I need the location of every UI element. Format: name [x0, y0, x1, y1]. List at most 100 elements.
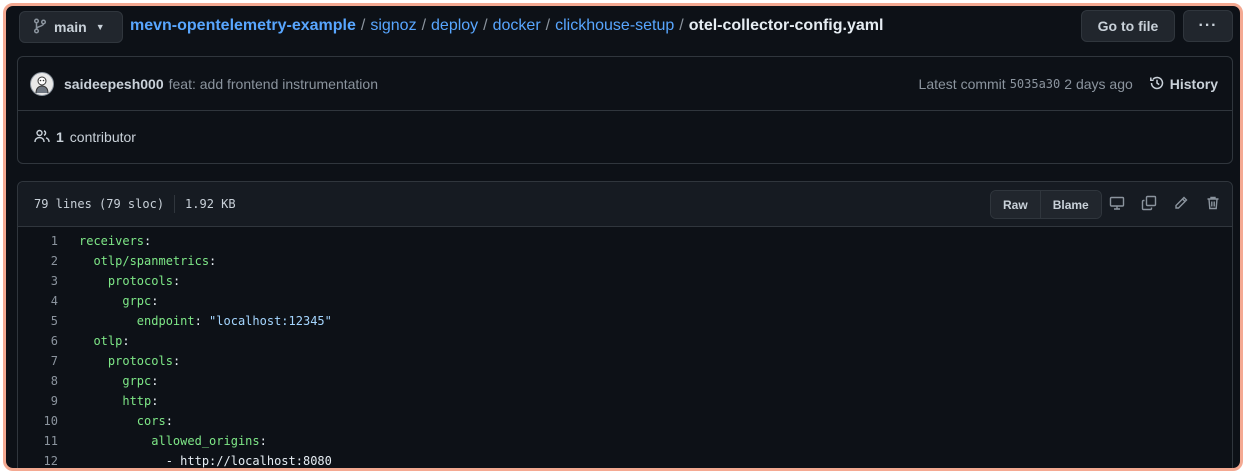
commit-sha-link[interactable]: 5035a30 — [1010, 77, 1061, 91]
breadcrumb-link-signoz[interactable]: signoz — [370, 17, 416, 35]
commit-time: 2 days ago — [1064, 76, 1133, 92]
yaml-key: endpoint — [136, 314, 195, 328]
yaml-separator: : — [194, 314, 210, 328]
go-to-file-button[interactable]: Go to file — [1081, 10, 1175, 42]
line-number[interactable]: 5 — [18, 314, 58, 328]
yaml-key: grpc — [122, 374, 152, 388]
yaml-key: receivers — [79, 234, 145, 248]
copy-icon[interactable] — [1140, 194, 1158, 212]
line-number[interactable]: 9 — [18, 394, 58, 408]
line-number[interactable]: 7 — [18, 354, 58, 368]
code-text: receivers: — [58, 234, 151, 248]
file-tools — [1108, 194, 1222, 212]
code-text: allowed_origins: — [58, 434, 267, 448]
breadcrumb-separator: / — [421, 17, 427, 34]
code-line: 11 allowed_origins: — [18, 431, 1232, 451]
code-text: endpoint: "localhost:12345" — [58, 314, 332, 328]
commit-box: saideepesh000 feat: add frontend instrum… — [17, 56, 1233, 164]
yaml-separator: : — [209, 254, 217, 268]
yaml-key: grpc — [122, 294, 152, 308]
breadcrumb-separator: / — [360, 17, 366, 34]
breadcrumb-link-clickhouse-setup[interactable]: clickhouse-setup — [555, 17, 674, 35]
branch-select-button[interactable]: main ▼ — [19, 11, 123, 43]
line-number[interactable]: 2 — [18, 254, 58, 268]
file-box: 79 lines (79 sloc) 1.92 KB Raw Blame 1 r… — [17, 181, 1233, 468]
yaml-key: protocols — [107, 354, 173, 368]
latest-commit-label: Latest commit — [918, 76, 1006, 92]
yaml-separator: : — [122, 334, 130, 348]
trash-icon[interactable] — [1204, 194, 1222, 212]
breadcrumb-link-docker[interactable]: docker — [493, 17, 541, 35]
code-line: 4 grpc: — [18, 291, 1232, 311]
line-number[interactable]: 11 — [18, 434, 58, 448]
code-line: 3 protocols: — [18, 271, 1232, 291]
yaml-separator: : — [151, 374, 159, 388]
yaml-separator: : — [165, 414, 173, 428]
yaml-key: cors — [136, 414, 166, 428]
file-size: 1.92 KB — [185, 197, 236, 211]
breadcrumb-link-deploy[interactable]: deploy — [431, 17, 478, 35]
latest-commit-row: saideepesh000 feat: add frontend instrum… — [18, 57, 1232, 111]
breadcrumb-separator: / — [545, 17, 551, 34]
commit-author-link[interactable]: saideepesh000 — [64, 76, 164, 92]
line-number[interactable]: 6 — [18, 334, 58, 348]
breadcrumb-separator: / — [483, 17, 488, 34]
code-line: 1 receivers: — [18, 231, 1232, 251]
yaml-separator: : — [259, 434, 267, 448]
file-lines-info: 79 lines (79 sloc) — [34, 197, 165, 211]
pencil-icon[interactable] — [1172, 194, 1190, 212]
code-line: 9 http: — [18, 391, 1232, 411]
yaml-key: - http://localhost:8080 — [165, 454, 332, 468]
line-number[interactable]: 3 — [18, 274, 58, 288]
top-bar: main ▼ mevn-opentelemetry-example / sign… — [6, 6, 1240, 50]
yaml-separator: : — [151, 394, 159, 408]
line-number[interactable]: 4 — [18, 294, 58, 308]
yaml-key: protocols — [107, 274, 173, 288]
people-icon — [34, 128, 50, 147]
code-line: 6 otlp: — [18, 331, 1232, 351]
breadcrumb: mevn-opentelemetry-example / signoz / de… — [130, 17, 883, 35]
code-text: grpc: — [58, 374, 159, 388]
yaml-key: allowed_origins — [151, 434, 260, 448]
line-number[interactable]: 8 — [18, 374, 58, 388]
history-link[interactable]: History — [1149, 75, 1218, 94]
blame-button[interactable]: Blame — [1039, 191, 1101, 218]
breadcrumb-repo-link[interactable]: mevn-opentelemetry-example — [130, 17, 356, 35]
yaml-separator: : — [172, 274, 181, 288]
code-line: 10 cors: — [18, 411, 1232, 431]
avatar[interactable] — [30, 71, 54, 96]
yaml-key: http — [122, 394, 152, 408]
code-line: 7 protocols: — [18, 351, 1232, 371]
code-text: http: — [58, 394, 159, 408]
raw-button[interactable]: Raw — [991, 191, 1040, 218]
code-text: grpc: — [58, 294, 158, 308]
yaml-key: otlp — [93, 334, 123, 348]
line-number[interactable]: 1 — [18, 234, 58, 248]
desktop-icon[interactable] — [1108, 194, 1126, 212]
more-options-button[interactable]: ··· — [1183, 10, 1233, 42]
line-number[interactable]: 12 — [18, 454, 58, 468]
branch-name: main — [54, 19, 87, 35]
contributor-count: 1 — [56, 129, 64, 145]
line-number[interactable]: 10 — [18, 414, 58, 428]
yaml-key: otlp/spanmetrics — [93, 254, 210, 268]
yaml-value: "localhost:12345" — [209, 314, 332, 328]
commit-message-link[interactable]: feat: add frontend instrumentation — [169, 76, 378, 92]
contributors-row[interactable]: 1 contributor — [18, 111, 1232, 163]
code-text: otlp/spanmetrics: — [58, 254, 216, 268]
code-line: 12 - http://localhost:8080 — [18, 451, 1232, 468]
code-view: 1 receivers: 2 otlp/spanmetrics: 3 protocol… — [18, 227, 1232, 468]
code-text: cors: — [58, 414, 173, 428]
history-label: History — [1169, 76, 1218, 92]
